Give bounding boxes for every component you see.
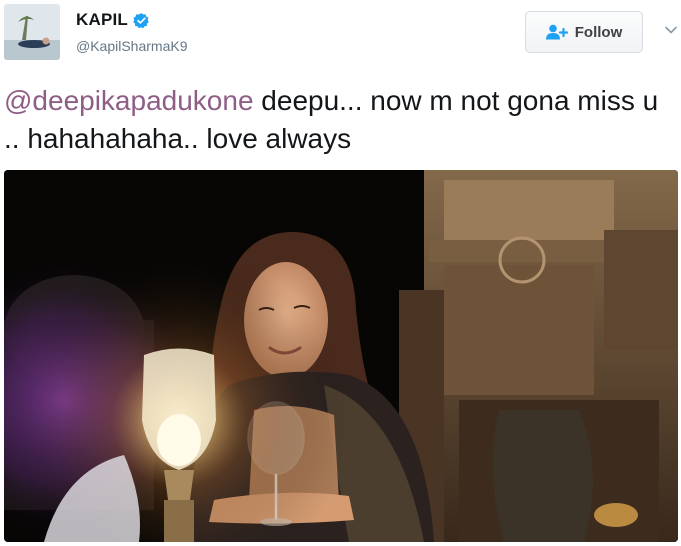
chevron-down-icon[interactable] [664, 23, 678, 37]
tweet-photo[interactable] [4, 170, 678, 542]
tweet-text: @deepikapadukone deepu... now m not gona… [4, 82, 674, 158]
add-person-icon [545, 24, 568, 40]
photo-image [4, 170, 678, 542]
follow-button[interactable]: Follow [525, 11, 643, 53]
follow-label: Follow [574, 23, 623, 41]
mention-link[interactable]: @deepikapadukone [4, 85, 254, 116]
profile-photo [4, 4, 60, 60]
avatar[interactable] [4, 4, 60, 60]
display-name[interactable]: KAPIL [76, 10, 128, 30]
verified-badge-icon [133, 12, 149, 28]
user-handle[interactable]: @KapilSharmaK9 [76, 38, 188, 54]
